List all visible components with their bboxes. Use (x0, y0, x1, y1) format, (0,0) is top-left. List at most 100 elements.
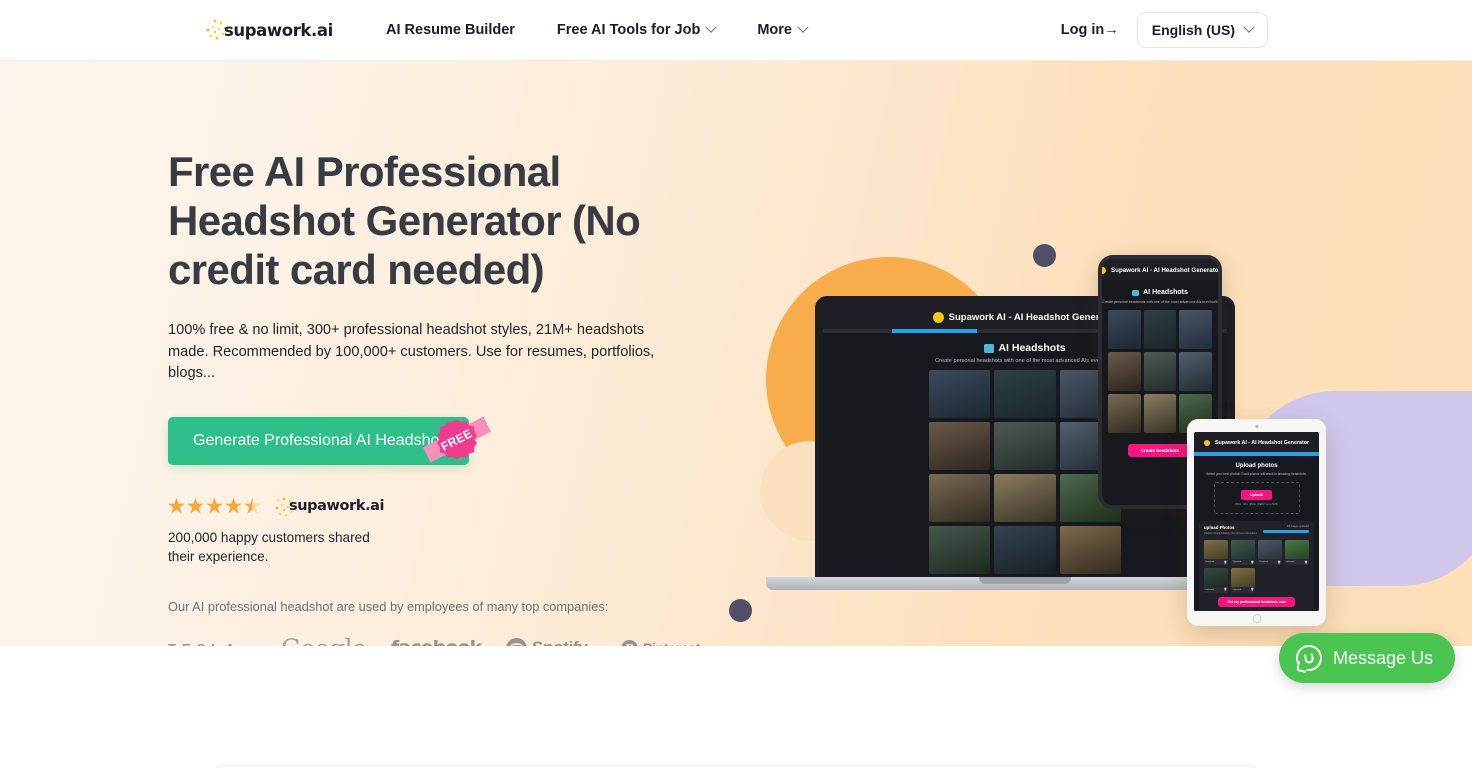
nav-item-ai-resume-builder[interactable]: AI Resume Builder (386, 22, 515, 38)
trash-icon[interactable]: 🗑 (1277, 561, 1280, 564)
chevron-down-icon (797, 21, 809, 33)
headshot-thumb (994, 370, 1056, 418)
headshot-thumb (1108, 310, 1141, 349)
headshot-thumb (929, 474, 991, 522)
nav-label: Free AI Tools for Job (556, 22, 701, 38)
headshot-thumb (1108, 352, 1141, 391)
headshot-thumb (1143, 310, 1177, 349)
tablet-upload-button[interactable]: Upload (1241, 490, 1272, 500)
tablet-dropzone-note: PNG, JPG, JPEG, WEBP up to 5MB (1235, 503, 1278, 506)
laptop-headshot-grid (929, 370, 1121, 574)
uploaded-thumb-caption: Uploaded 🗑 (1230, 559, 1256, 565)
site-header: supawork.ai AI Resume Builder Free AI To… (0, 0, 1472, 61)
headshot-thumb (1108, 394, 1141, 433)
laptop-app-subheading: Create personal headshots with one of th… (935, 358, 1115, 364)
login-link[interactable]: Log in→ (1061, 22, 1119, 38)
phone-heading-text: AI Headshots (1143, 289, 1188, 296)
uploaded-thumb-caption: Uploaded 🗑 (1204, 586, 1229, 593)
uploaded-thumb-caption: Reupload 🗑 (1257, 559, 1283, 565)
tablet-app-ui: Supawork AI - AI Headshot Generator Uplo… (1194, 432, 1319, 611)
headshot-thumb (929, 370, 991, 418)
tablet-dropzone[interactable]: Upload PNG, JPG, JPEG, WEBP up to 5MB (1213, 482, 1300, 514)
tablet-frame: Supawork AI - AI Headshot Generator Uplo… (1187, 419, 1326, 626)
tablet-progress-fill (1263, 530, 1309, 533)
headshot-thumb (1179, 352, 1212, 391)
laptop-app-heading: AI Headshots (984, 342, 1066, 354)
trash-icon[interactable]: 🗑 (1224, 588, 1227, 591)
phone-app-heading: AI Headshots (1132, 289, 1188, 296)
nav-item-free-ai-tools-for-job[interactable]: Free AI Tools for Job (556, 21, 717, 38)
headshots-icon (984, 343, 995, 353)
uploaded-thumb: Uploaded 🗑 (1284, 540, 1309, 565)
device-mockups: Supawork AI - AI Headshot Generator AI H… (0, 61, 1472, 646)
uploaded-thumb-caption: Uploaded 🗑 (1230, 586, 1256, 593)
thumb-label: Uploaded (1286, 561, 1295, 563)
tablet-cta-wrap: Get my professional headshots now (1204, 596, 1309, 607)
trash-icon[interactable]: 🗑 (1250, 588, 1253, 591)
uploaded-thumb-caption: Uploaded 🗑 (1284, 559, 1309, 565)
trash-icon[interactable]: 🗑 (1304, 561, 1307, 564)
whatsapp-icon (1296, 645, 1322, 671)
supawork-sphere-logo-icon (1203, 440, 1210, 446)
tablet-app-titlebar: Supawork AI - AI Headshot Generator (1194, 432, 1319, 452)
uploaded-thumb: Reupload 🗑 (1204, 540, 1229, 565)
tablet-app-title: Supawork AI - AI Headshot Generator (1214, 440, 1310, 446)
tablet-uploaded-card: upload Photos Upload photos following th… (1199, 521, 1314, 611)
headshot-thumb (929, 526, 991, 574)
tablet-progress-label: 6/8 images uploaded (1286, 525, 1309, 528)
whatsapp-message-us-button[interactable]: Message Us (1279, 633, 1456, 683)
supawork-sphere-logo-icon (1102, 267, 1107, 274)
thumb-label: Reupload (1259, 561, 1268, 563)
uploaded-thumb: Uploaded 🗑 (1204, 567, 1229, 593)
uploaded-thumb: Reupload 🗑 (1257, 540, 1283, 565)
laptop-app-title: Supawork AI - AI Headshot Generator (948, 312, 1118, 323)
headshots-icon (1132, 289, 1140, 296)
uploaded-thumb: Uploaded 🗑 (1230, 567, 1256, 593)
phone-create-headshots-button[interactable]: Create headshots (1127, 444, 1193, 457)
headshot-thumb (994, 422, 1056, 470)
chevron-down-icon (1243, 21, 1255, 33)
trash-icon[interactable]: 🗑 (1224, 561, 1227, 564)
whatsapp-label: Message Us (1333, 647, 1434, 668)
thumb-label: Reupload (1205, 561, 1215, 563)
uploaded-thumb: Uploaded 🗑 (1230, 540, 1256, 565)
phone-app-titlebar: Supawork AI - AI Headshot Generator (1102, 259, 1218, 280)
tablet-thumb-grid: Reupload 🗑 Uploaded 🗑 Reupload 🗑 Uploade… (1204, 540, 1309, 593)
tablet-upload-progress: 6/8 images uploaded (1263, 525, 1309, 533)
header-actions: Log in→ English (US) (1061, 12, 1268, 48)
whatsapp-handset-glyph (1303, 651, 1315, 665)
brand-name: supawork.ai (224, 20, 333, 40)
chevron-down-icon (705, 21, 717, 33)
tablet-get-headshots-button[interactable]: Get my professional headshots now (1218, 596, 1295, 607)
laptop-heading-text: AI Headshots (998, 342, 1066, 354)
hero-section: Free AI Professional Headshot Generator … (0, 61, 1472, 646)
content-below-hero (0, 646, 1472, 768)
tablet-card-subtitle: Upload photos following the camera instr… (1204, 532, 1258, 535)
nav-item-more[interactable]: More (757, 21, 809, 38)
language-value: English (US) (1151, 22, 1235, 38)
tablet-heading: Upload photos (1235, 463, 1278, 469)
trash-icon[interactable]: 🗑 (1250, 561, 1253, 564)
uploaded-thumb-caption: Reupload 🗑 (1204, 559, 1229, 565)
headshot-thumb (994, 474, 1056, 522)
tablet-mockup: Supawork AI - AI Headshot Generator Uplo… (1187, 419, 1326, 626)
brand-logo[interactable]: supawork.ai (206, 19, 333, 41)
tablet-home-button[interactable] (1252, 614, 1261, 623)
tablet-camera-icon (1255, 425, 1258, 428)
language-selector[interactable]: English (US) (1136, 12, 1268, 48)
tablet-uploaded-card-header: upload Photos Upload photos following th… (1204, 525, 1309, 535)
phone-app-title: Supawork AI - AI Headshot Generator (1111, 267, 1221, 274)
phone-app-subheading: Create personal headshots with one of th… (1102, 300, 1218, 304)
supawork-sphere-logo-icon (932, 312, 944, 323)
laptop-notch (979, 577, 1071, 584)
thumb-label: Uploaded (1232, 588, 1241, 591)
nav-label: More (757, 22, 792, 38)
tablet-card-title: upload Photos (1204, 525, 1235, 530)
tablet-progress-bar (1194, 452, 1319, 456)
phone-headshot-grid (1108, 310, 1212, 433)
tablet-subheading: Select your best photos! Good photos wil… (1206, 472, 1307, 476)
headshot-thumb (1143, 352, 1177, 391)
nav-label: AI Resume Builder (386, 22, 515, 38)
thumb-label: Uploaded (1232, 561, 1241, 563)
thumb-label: Uploaded (1205, 588, 1215, 591)
